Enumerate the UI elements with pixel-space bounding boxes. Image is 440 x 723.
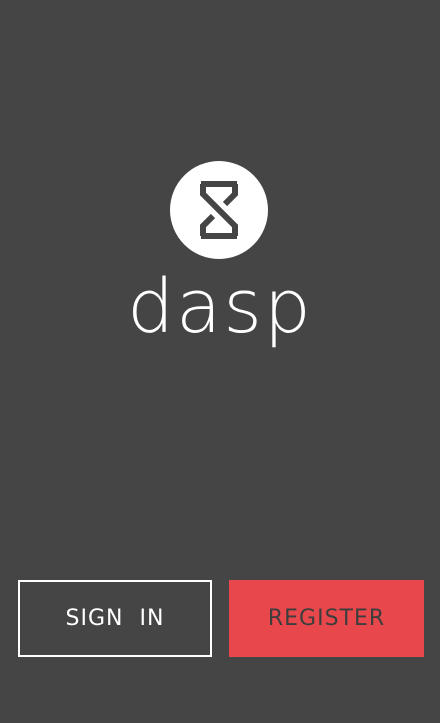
hourglass-icon bbox=[170, 161, 268, 259]
welcome-screen: dasp SIGN IN REGISTER bbox=[0, 0, 440, 723]
brand-name: dasp bbox=[127, 264, 313, 350]
register-label: REGISTER bbox=[267, 606, 386, 631]
sign-in-label: SIGN IN bbox=[65, 606, 165, 631]
sign-in-button[interactable]: SIGN IN bbox=[18, 580, 212, 657]
register-button[interactable]: REGISTER bbox=[229, 580, 424, 657]
